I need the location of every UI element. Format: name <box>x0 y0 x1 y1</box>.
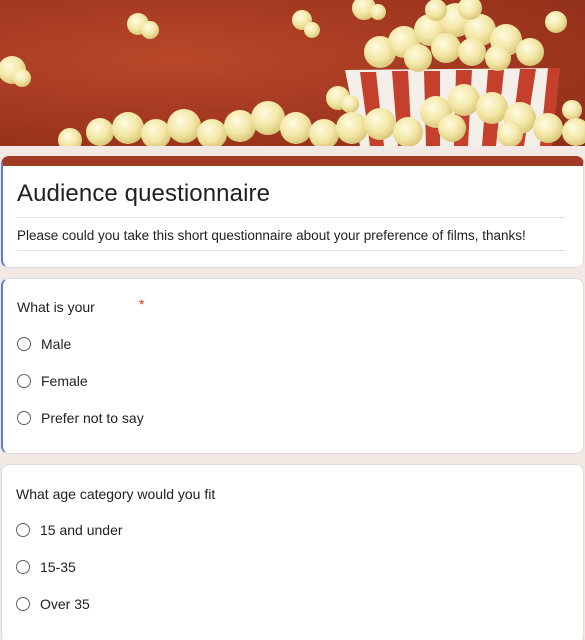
option-label: Over 35 <box>40 596 90 612</box>
form-description: Please could you take this short questio… <box>17 228 526 243</box>
header-banner-image <box>0 0 585 146</box>
question-card-gender: What is your * Male Female Prefer not to… <box>1 278 584 454</box>
radio-button[interactable] <box>16 523 30 537</box>
option-label: Prefer not to say <box>41 410 144 426</box>
radio-option[interactable]: Male <box>17 335 71 353</box>
option-label: 15 and under <box>40 522 123 538</box>
radio-button[interactable] <box>17 337 31 351</box>
radio-button[interactable] <box>17 374 31 388</box>
radio-option[interactable]: 15 and under <box>16 521 123 539</box>
radio-option[interactable]: Prefer not to say <box>17 409 144 427</box>
form-page: Audience questionnaire Please could you … <box>0 0 585 640</box>
form-title: Audience questionnaire <box>17 180 271 207</box>
description-divider <box>17 250 565 251</box>
radio-option[interactable]: 15-35 <box>16 558 76 576</box>
radio-option[interactable]: Female <box>17 372 88 390</box>
radio-button[interactable] <box>17 411 31 425</box>
option-label: Female <box>41 373 88 389</box>
form-header-card: Audience questionnaire Please could you … <box>1 156 584 268</box>
question-card-age: What age category would you fit 15 and u… <box>1 464 584 640</box>
radio-button[interactable] <box>16 597 30 611</box>
required-asterisk: * <box>139 296 145 312</box>
radio-option[interactable]: Over 35 <box>16 595 90 613</box>
question-title: What is your <box>17 299 95 315</box>
option-label: 15-35 <box>40 559 76 575</box>
title-divider <box>17 217 565 218</box>
option-label: Male <box>41 336 72 352</box>
question-title: What age category would you fit <box>16 486 216 502</box>
radio-button[interactable] <box>16 560 30 574</box>
popcorn-illustration <box>0 0 585 146</box>
